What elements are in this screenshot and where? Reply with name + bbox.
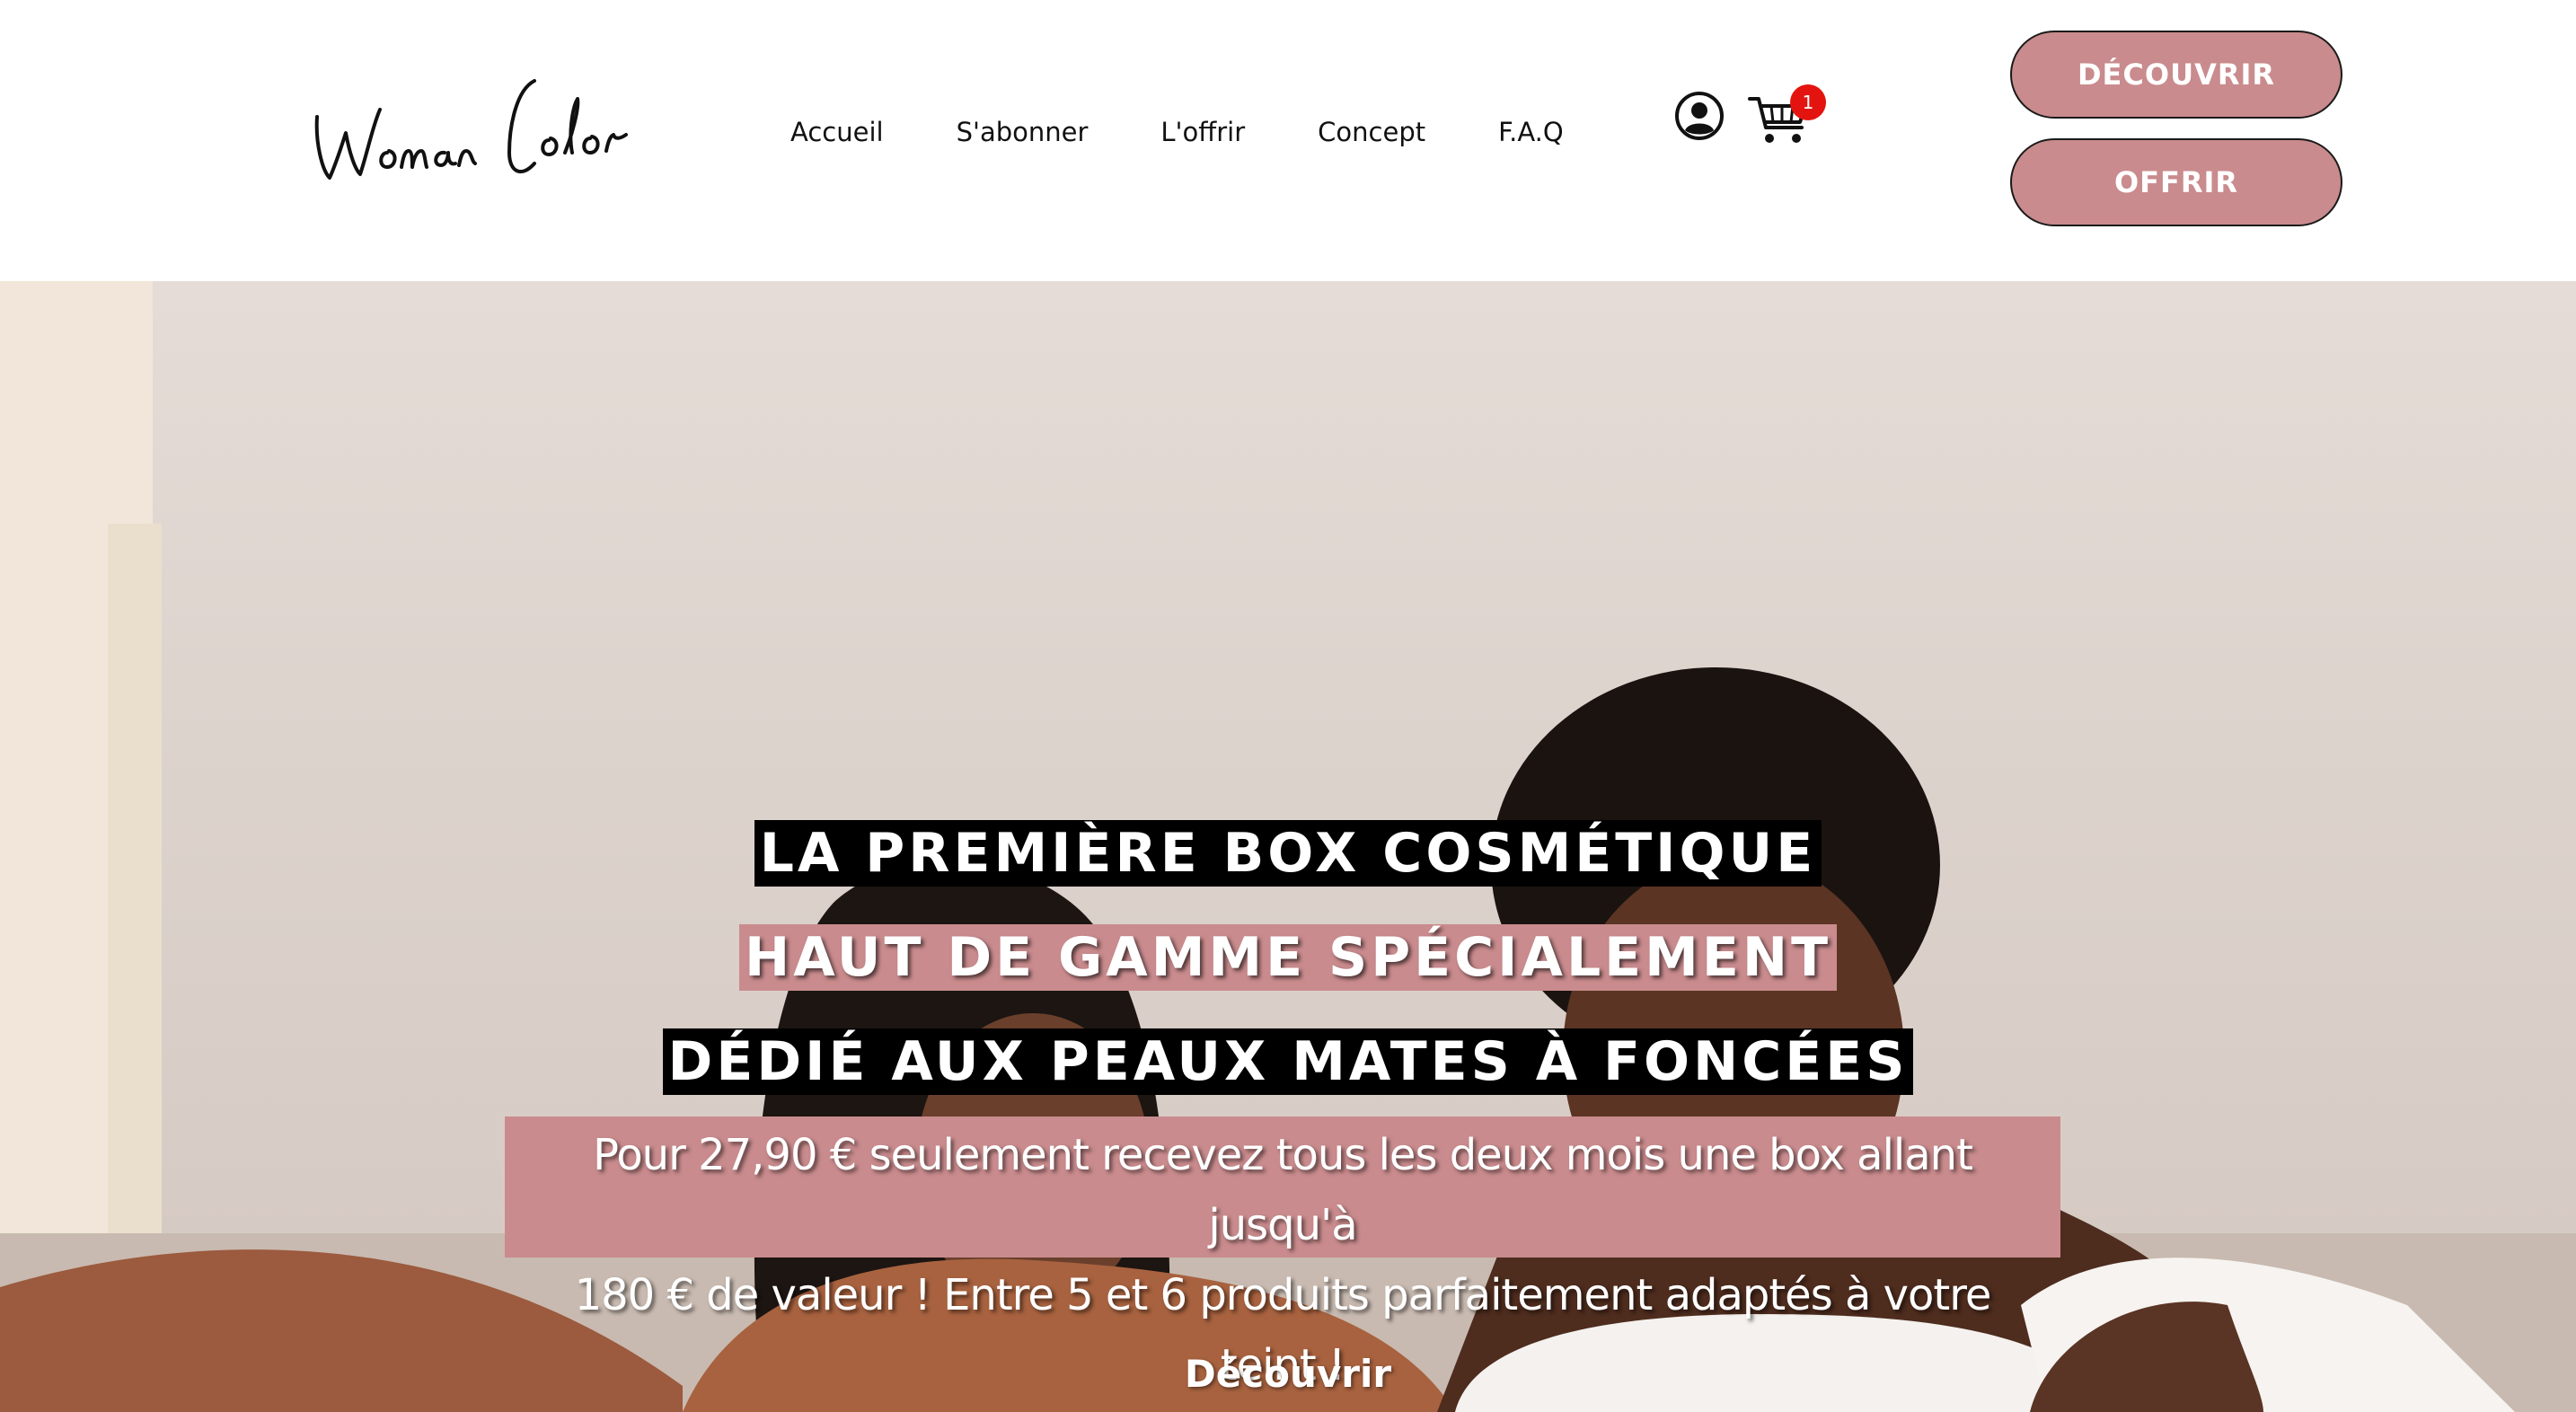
hero-headline-2-text: HAUT DE GAMME SPÉCIALEMENT [738, 924, 1837, 991]
hero-headline-3-text: DÉDIÉ AUX PEAUX MATES À FONCÉES [662, 1028, 1914, 1095]
nav-item-accueil[interactable]: Accueil [790, 117, 884, 147]
gift-button[interactable]: OFFRIR [2010, 138, 2342, 226]
logo-script-graphic [314, 79, 628, 180]
user-account-icon[interactable] [1674, 91, 1725, 141]
hero-headline-1: LA PREMIÈRE BOX COSMÉTIQUE [0, 820, 2576, 887]
hero-banner: LA PREMIÈRE BOX COSMÉTIQUE HAUT DE GAMME… [0, 281, 2576, 1412]
hero-headline-2: HAUT DE GAMME SPÉCIALEMENT [0, 924, 2576, 991]
cart-count-badge: 1 [1790, 84, 1826, 120]
nav-item-sabonner[interactable]: S'abonner [957, 117, 1089, 147]
nav-item-loffrir[interactable]: L'offrir [1160, 117, 1245, 147]
hero-headline-1-text: LA PREMIÈRE BOX COSMÉTIQUE [754, 820, 1822, 887]
hero-offer-line-1: Pour 27,90 € seulement recevez tous les … [593, 1130, 1973, 1250]
hero-offer-box: Pour 27,90 € seulement recevez tous les … [505, 1116, 2060, 1390]
nav-item-concept[interactable]: Concept [1318, 117, 1425, 147]
hero-headline-3: DÉDIÉ AUX PEAUX MATES À FONCÉES [0, 1028, 2576, 1095]
discover-button[interactable]: DÉCOUVRIR [2010, 31, 2342, 119]
nav-item-faq[interactable]: F.A.Q [1498, 117, 1564, 147]
brand-logo[interactable] [310, 63, 642, 189]
site-header: Accueil S'abonner L'offrir Concept F.A.Q… [0, 0, 2576, 281]
main-nav: Accueil S'abonner L'offrir Concept F.A.Q [790, 110, 1564, 154]
hero-discover-link[interactable]: Découvrir [0, 1352, 2576, 1396]
